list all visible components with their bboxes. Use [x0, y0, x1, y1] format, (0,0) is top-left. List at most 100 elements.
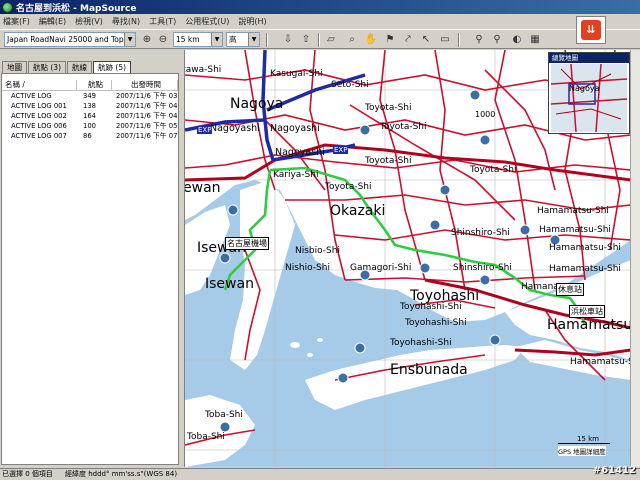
tab-maps[interactable]: 地圖: [2, 61, 27, 73]
menu-edit[interactable]: 編輯(E): [39, 16, 66, 27]
map-label-nagoya: Nagoya: [230, 96, 284, 112]
map-label-seto: Seto-Shi: [331, 80, 369, 90]
menu-help[interactable]: 說明(H): [238, 16, 266, 27]
zoom-tool-icon[interactable]: ⌕: [345, 33, 359, 47]
send-to-device-icon[interactable]: ⇧: [299, 33, 313, 47]
map-vertical-scrollbar[interactable]: [630, 50, 640, 467]
map-label-toyohashi-3: Toyohashi-Shi: [390, 338, 452, 348]
map-label-nishio-1: Nisbio-Shi: [295, 246, 340, 256]
track-list[interactable]: 名稱 / 航點 出發時間 ACTIVE LOG 349 2007/11/6 下午…: [1, 73, 179, 465]
find-icon[interactable]: ⚲: [472, 33, 486, 47]
overview-label: Nagoya: [569, 84, 600, 93]
status-bar: 已選擇 0 個項目 經緯度 hddd° mm'ss.s"(WGS 84): [0, 468, 640, 480]
map-label-nagoyashi-3: Nagoyashi: [275, 147, 325, 158]
map-label-isewan-2: Isewan: [205, 276, 254, 292]
map-label-hamamatsu-5: Hamamatsu-Shi: [570, 357, 630, 367]
map-product-select[interactable]: Japan RoadNavi 25000 and Topo v2 ▼: [4, 32, 136, 47]
select-map-tool-icon[interactable]: ▱: [324, 33, 338, 47]
map-label-hamamatsu-3: Hamamatsu-Shi: [549, 243, 621, 253]
track-points: 138: [83, 102, 96, 110]
map-label-nishio-2: Nishio-Shi: [285, 263, 330, 273]
mapsource-window: 名古屋到浜松 - MapSource 檔案(F) 編輯(E) 檢視(V) 尋找(…: [0, 0, 640, 480]
table-row[interactable]: ACTIVE LOG 002 164 2007/11/6 下午 04: [2, 112, 178, 121]
overview-map[interactable]: Nagoya: [551, 64, 627, 132]
selection-arrow-icon[interactable]: ↖: [419, 33, 433, 47]
track-start-time: 2007/11/6 下午 05: [116, 122, 178, 130]
waypoint-label-station[interactable]: 浜松車站: [569, 305, 605, 318]
zoom-in-icon[interactable]: ⊕: [140, 33, 154, 47]
chevron-down-icon[interactable]: ▼: [211, 33, 222, 46]
distance-tool-icon[interactable]: ▭: [438, 33, 452, 47]
menu-find[interactable]: 尋找(N): [112, 16, 140, 27]
toolbar: Japan RoadNavi 25000 and Topo v2 ▼ ⊕ ⊖ 1…: [0, 29, 640, 49]
map-label-toyota-1: Toyota-Shi: [365, 103, 412, 113]
zoom-out-icon[interactable]: ⊖: [156, 33, 170, 47]
track-start-time: 2007/11/6 下午 07: [116, 132, 178, 140]
chevron-down-icon[interactable]: ▼: [248, 33, 259, 46]
menu-file[interactable]: 檔案(F): [3, 16, 30, 27]
scale-value: 15 km: [176, 35, 200, 44]
menu-utilities[interactable]: 公用程式(U): [185, 16, 229, 27]
map-label-exp-2: EXP: [333, 146, 349, 154]
menu-view[interactable]: 檢視(V): [75, 16, 103, 27]
profile-icon[interactable]: ▦: [528, 33, 542, 47]
track-points: 100: [83, 122, 96, 130]
waypoint-label-airport[interactable]: 名古屋機場: [225, 237, 269, 250]
expand-button[interactable]: ⇊: [576, 16, 606, 44]
toolbar-separator: [458, 33, 460, 47]
detail-select[interactable]: 高 ▼: [226, 32, 260, 47]
track-start-time: 2007/11/6 下午 03: [116, 92, 178, 100]
map-label-shinshiro-2: Shinshiro-Shi: [453, 263, 512, 273]
map-label-1000: 1000: [475, 110, 496, 119]
track-name: ACTIVE LOG 002: [11, 112, 67, 120]
tab-routes[interactable]: 航線: [67, 61, 93, 73]
table-row[interactable]: ACTIVE LOG 007 86 2007/11/6 下午 07: [2, 132, 178, 141]
status-selection: 已選擇 0 個項目: [2, 470, 53, 478]
menu-tools[interactable]: 工具(T): [149, 16, 176, 27]
map-label-toba-2: Toba-Shi: [187, 432, 225, 442]
track-name: ACTIVE LOG 007: [11, 132, 67, 140]
track-start-time: 2007/11/6 下午 04: [116, 102, 178, 110]
map-label-nagoyashi-2: Nagoyashi: [210, 123, 260, 134]
waypoint-label-rest-area[interactable]: 休息站: [556, 283, 584, 296]
menu-bar: 檔案(F) 編輯(E) 檢視(V) 尋找(N) 工具(T) 公用程式(U) 說明…: [0, 15, 640, 28]
tab-waypoints[interactable]: 航點 (3): [28, 61, 67, 73]
map-label-shinshiro-1: Shinshiro-Shi: [451, 228, 510, 238]
map-label-hamamatsu-4: Hamamatsu-Shi: [549, 264, 621, 274]
double-chevron-down-icon: ⇊: [581, 20, 601, 40]
app-icon: [2, 1, 13, 13]
list-header: 名稱 / 航點 出發時間: [2, 80, 178, 91]
hand-pan-icon[interactable]: ✋: [364, 33, 378, 47]
map-label-hamamatsu-1: Hamamatsu-Shi: [537, 206, 609, 216]
land-chita-peninsula: [230, 180, 295, 370]
table-row[interactable]: ACTIVE LOG 349 2007/11/6 下午 03: [2, 92, 178, 101]
map-label-toba-1: Toba-Shi: [205, 410, 243, 420]
scale-bar: [558, 443, 610, 444]
map-label-toyohashi-4: Toyohashi-Shi: [400, 302, 462, 312]
route-tool-icon[interactable]: ⤤: [401, 33, 415, 47]
map-label-ensbunada: Ensbunada: [390, 362, 468, 378]
overview-title: 總覽地圖: [549, 53, 629, 63]
column-header-start-time[interactable]: 出發時間: [112, 80, 178, 90]
column-header-points[interactable]: 航點: [77, 80, 112, 90]
column-header-name[interactable]: 名稱 /: [2, 80, 77, 90]
map-label-kariya: Kariya-Shi: [273, 170, 319, 180]
table-row[interactable]: ACTIVE LOG 006 100 2007/11/6 下午 05: [2, 122, 178, 131]
map-label-ozawa: zawa-Shi: [184, 65, 222, 75]
overview-map-panel[interactable]: 總覽地圖 Nagoya: [548, 52, 630, 134]
status-coords: 經緯度 hddd° mm'ss.s"(WGS 84): [65, 470, 178, 478]
scale-select[interactable]: 15 km ▼: [173, 32, 223, 47]
map-label-toyohashi-2: Toyohashi-Shi: [405, 318, 467, 328]
track-points: 349: [83, 92, 96, 100]
waypoint-tool-icon[interactable]: ⚑: [383, 33, 397, 47]
google-earth-icon[interactable]: ◐: [510, 33, 524, 47]
table-row[interactable]: ACTIVE LOG 001 138 2007/11/6 下午 04: [2, 102, 178, 111]
find-nearest-icon[interactable]: ⚲: [490, 33, 504, 47]
left-panel: 地圖 航點 (3) 航線 航跡 (5) 名稱 / 航點 出發時間 ACTIVE …: [0, 50, 180, 467]
tab-tracks[interactable]: 航跡 (5): [93, 61, 132, 73]
chevron-down-icon[interactable]: ▼: [124, 33, 135, 46]
receive-from-device-icon[interactable]: ⇩: [281, 33, 295, 47]
track-points: 86: [83, 132, 92, 140]
image-watermark: #61412: [592, 465, 636, 476]
overview-graphics: [551, 64, 627, 132]
